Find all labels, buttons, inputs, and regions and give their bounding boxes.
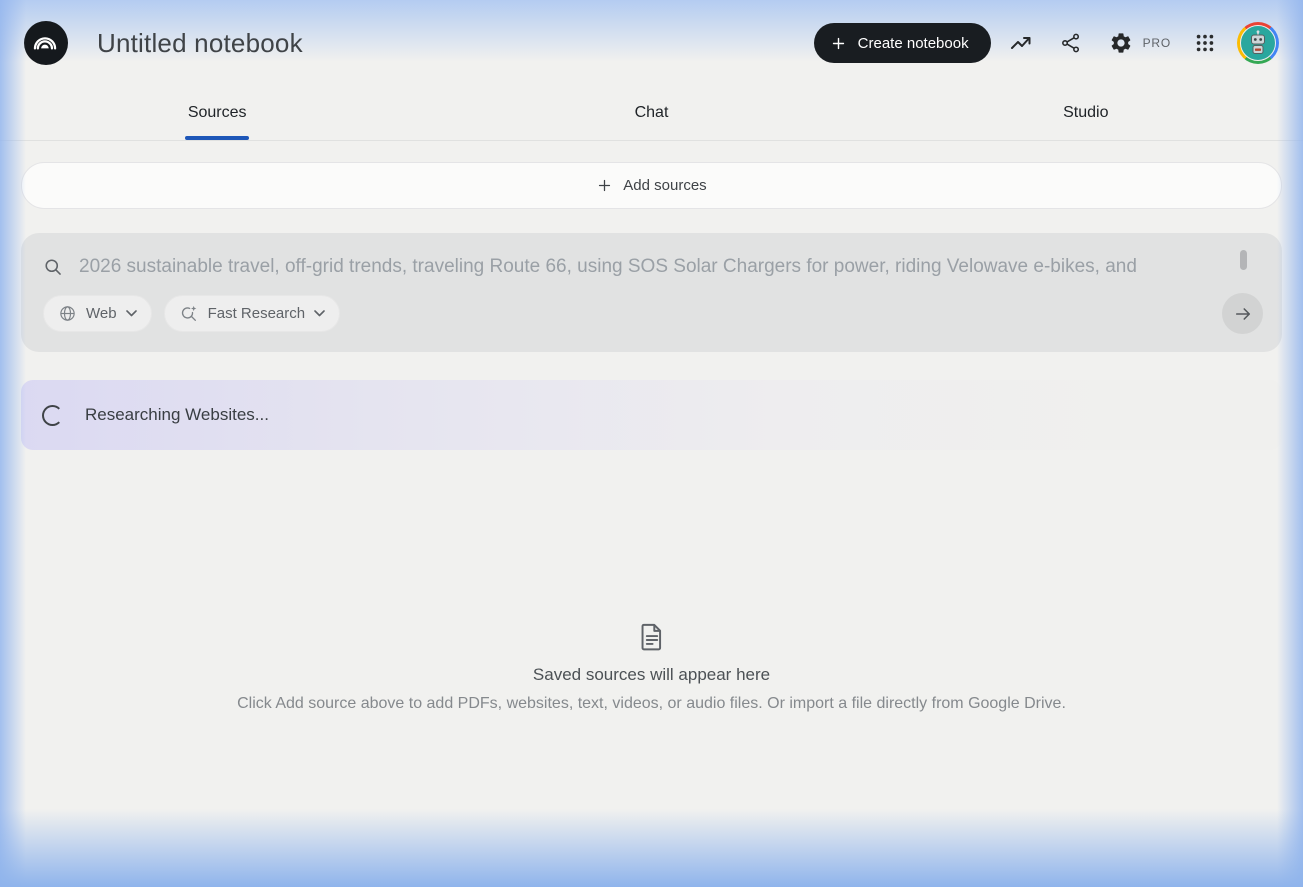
search-row (43, 248, 1262, 286)
search-input[interactable] (79, 256, 1210, 278)
sources-panel: Add sources Web (0, 162, 1303, 713)
notebook-title[interactable]: Untitled notebook (97, 28, 303, 59)
tab-studio-label: Studio (1063, 104, 1108, 122)
tab-sources[interactable]: Sources (0, 86, 434, 140)
settings-gear-icon[interactable] (1101, 23, 1141, 63)
research-status-banner: Researching Websites... (21, 380, 1282, 450)
chevron-down-icon (126, 310, 137, 317)
account-avatar[interactable] (1237, 22, 1279, 64)
apps-grid-icon[interactable] (1185, 23, 1225, 63)
notebooklm-logo-icon[interactable] (24, 21, 68, 65)
submit-search-button[interactable] (1222, 293, 1263, 334)
search-icon (43, 257, 64, 278)
web-source-dropdown[interactable]: Web (43, 295, 152, 332)
empty-state-title: Saved sources will appear here (21, 665, 1282, 685)
add-sources-button[interactable]: Add sources (21, 162, 1282, 209)
panel-tabs: Sources Chat Studio (0, 86, 1303, 141)
globe-icon (58, 304, 77, 323)
research-status-text: Researching Websites... (85, 405, 269, 425)
research-mode-dropdown[interactable]: Fast Research (164, 295, 341, 332)
add-sources-label: Add sources (623, 177, 706, 194)
web-source-label: Web (86, 305, 117, 322)
avatar-robot-image (1240, 25, 1276, 61)
chevron-down-icon (314, 310, 325, 317)
header: Untitled notebook Create notebook (0, 0, 1303, 86)
research-sparkle-icon (179, 304, 199, 324)
share-icon[interactable] (1051, 23, 1091, 63)
search-tools-row: Web Fast Research (43, 295, 1262, 332)
document-icon (638, 622, 666, 652)
sources-empty-state: Saved sources will appear here Click Add… (21, 622, 1282, 713)
pro-badge: PRO (1143, 36, 1171, 50)
empty-state-description: Click Add source above to add PDFs, webs… (21, 695, 1282, 713)
research-mode-label: Fast Research (208, 305, 306, 322)
tab-sources-label: Sources (188, 104, 247, 122)
tab-studio[interactable]: Studio (869, 86, 1303, 140)
header-actions: Create notebook PRO (814, 22, 1279, 64)
plus-icon (596, 177, 613, 194)
tab-chat[interactable]: Chat (434, 86, 868, 140)
loading-spinner-icon (42, 405, 63, 426)
input-scrollbar-thumb[interactable] (1240, 250, 1247, 270)
create-notebook-button[interactable]: Create notebook (814, 23, 991, 63)
trending-up-icon[interactable] (1001, 23, 1041, 63)
arrow-right-icon (1233, 304, 1253, 324)
tab-chat-label: Chat (635, 104, 669, 122)
discover-sources-card: Web Fast Research (21, 233, 1282, 352)
create-notebook-label: Create notebook (858, 35, 969, 52)
bottom-edge-glow (0, 809, 1303, 887)
plus-icon (830, 35, 847, 52)
